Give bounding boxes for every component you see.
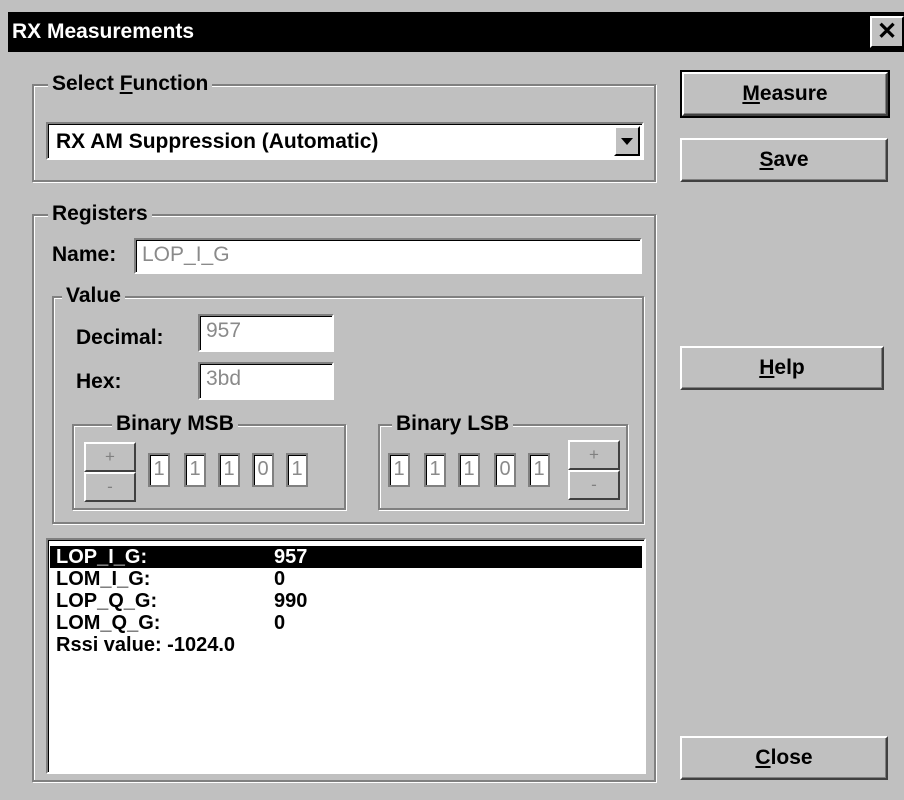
result-value: 0 [274,568,286,590]
lsb-decrement-button[interactable]: - [568,470,620,500]
select-function-label: Select Function [48,72,213,96]
save-access-key: S [759,148,774,171]
msb-decrement-button[interactable]: - [84,472,136,502]
help-access-key: H [759,356,775,379]
result-value: 990 [274,590,308,612]
measure-button[interactable]: Measure [680,70,890,118]
binary-lsb-label: Binary LSB [392,412,514,436]
hex-field[interactable]: 3bd [198,362,334,400]
value-label: Value [62,284,125,308]
function-dropdown[interactable]: RX AM Suppression (Automatic) [46,122,644,160]
decimal-label: Decimal: [76,326,164,349]
close-access-key: C [755,746,771,769]
result-name: LOM_Q_G: [56,612,161,634]
list-item[interactable]: Rssi value: -1024.0 [50,634,642,656]
select-function-access-key: F [119,72,133,95]
name-label: Name: [52,243,117,266]
dropdown-arrow-icon[interactable] [614,126,640,156]
select-function-label-prefix: Select [52,72,120,95]
result-name: Rssi value: -1024.0 [56,634,235,656]
msb-bit-0[interactable]: 1 [286,453,308,487]
msb-increment-button[interactable]: + [84,442,136,472]
measure-access-key: M [742,82,760,105]
lsb-increment-button[interactable]: + [568,440,620,470]
lsb-bit-4[interactable]: 1 [388,453,410,487]
lsb-bit-1[interactable]: 0 [494,453,516,487]
msb-bit-2[interactable]: 1 [218,453,240,487]
measure-label-rest: easure [759,82,828,105]
lsb-bit-2[interactable]: 1 [458,453,480,487]
close-label-rest: lose [770,746,813,769]
result-name: LOP_I_G: [56,546,148,568]
list-item[interactable]: LOM_Q_G: 0 [50,612,642,634]
close-button[interactable]: Close [680,736,888,780]
window-title: RX Measurements [12,20,195,43]
lsb-bit-0[interactable]: 1 [528,453,550,487]
list-item[interactable]: LOP_I_G: 957 [50,546,642,568]
hex-label: Hex: [76,370,122,393]
save-label-rest: ave [773,148,809,171]
register-name-field[interactable]: LOP_I_G [134,238,642,274]
function-dropdown-value: RX AM Suppression (Automatic) [56,130,379,153]
save-button[interactable]: Save [680,138,888,182]
decimal-field[interactable]: 957 [198,314,334,352]
help-button[interactable]: Help [680,346,884,390]
binary-msb-label: Binary MSB [112,412,238,436]
help-label-rest: elp [774,356,805,379]
list-item[interactable]: LOP_Q_G: 990 [50,590,642,612]
result-name: LOM_I_G: [56,568,151,590]
results-listbox[interactable]: LOP_I_G: 957 LOM_I_G: 0 LOP_Q_G: 990 LOM… [46,538,646,774]
close-window-icon[interactable]: ✕ [870,16,904,48]
msb-bit-1[interactable]: 0 [252,453,274,487]
registers-label: Registers [48,202,152,226]
select-function-label-suffix: unction [132,72,209,95]
msb-bit-4[interactable]: 1 [148,453,170,487]
result-name: LOP_Q_G: [56,590,158,612]
result-value: 957 [274,546,308,568]
list-item[interactable]: LOM_I_G: 0 [50,568,642,590]
result-value: 0 [274,612,286,634]
lsb-bit-3[interactable]: 1 [424,453,446,487]
msb-bit-3[interactable]: 1 [184,453,206,487]
